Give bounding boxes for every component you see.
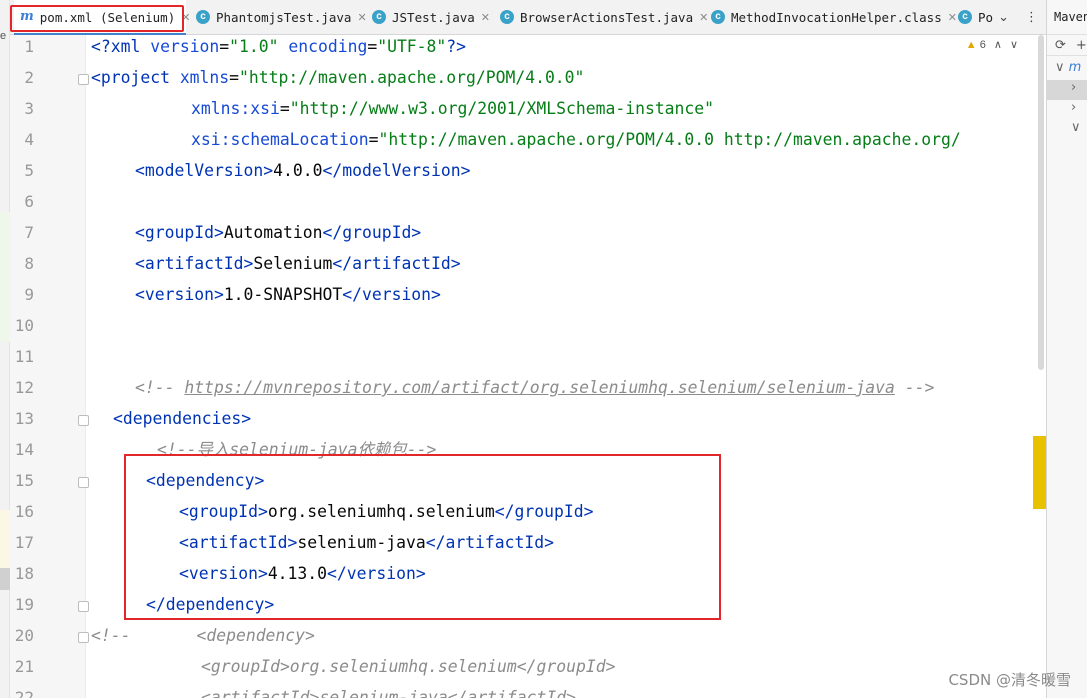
code-line: <!-- <dependency> <box>91 626 315 645</box>
java-class-icon: c <box>372 10 386 24</box>
tab-po[interactable]: c Po <box>958 0 993 34</box>
code-line: xmlns:xsi="http://www.w3.org/2001/XMLSch… <box>191 99 715 118</box>
java-class-icon: c <box>500 10 514 24</box>
line-number: 14 <box>14 440 34 459</box>
chevron-down-icon: ∨ <box>1071 120 1081 135</box>
line-number: 5 <box>24 161 34 180</box>
tab-overflow-controls: ⌄ ⋮ <box>998 0 1046 34</box>
close-icon[interactable]: ✕ <box>948 11 957 24</box>
code-line: <groupId>org.seleniumhq.selenium</groupI… <box>201 657 616 676</box>
left-strip-highlight <box>0 510 10 568</box>
line-number: 16 <box>14 502 34 521</box>
maven-tree-row[interactable]: › <box>1047 100 1087 120</box>
tab-label: Po <box>978 9 994 25</box>
chevron-down-icon: ∨ <box>1055 60 1065 75</box>
code-line: <?xml version="1.0" encoding="UTF-8"?> <box>91 37 467 56</box>
line-number: 7 <box>24 223 34 242</box>
tab-jstest[interactable]: c JSTest.java ✕ <box>372 0 490 34</box>
close-icon[interactable]: ✕ <box>481 11 490 24</box>
line-number: 6 <box>24 192 34 211</box>
left-strip-label: e <box>0 30 7 42</box>
more-vertical-icon[interactable]: ⋮ <box>1025 10 1038 25</box>
line-number: 10 <box>14 316 34 335</box>
vertical-scrollbar[interactable] <box>1038 35 1044 370</box>
java-class-icon: c <box>711 10 725 24</box>
code-line: <!-- https://mvnrepository.com/artifact/… <box>135 378 935 397</box>
line-number: 4 <box>24 130 34 149</box>
reload-icon[interactable]: ⟳ <box>1055 38 1066 53</box>
line-number: 3 <box>24 99 34 118</box>
maven-toolbar: ⟳ + <box>1047 34 1087 56</box>
line-number: 11 <box>14 347 34 366</box>
repository-link[interactable]: https://mvnrepository.com/artifact/org.s… <box>184 378 895 397</box>
tab-label: BrowserActionsTest.java <box>520 9 694 25</box>
tab-label: PhantomjsTest.java <box>216 9 352 25</box>
tab-browser-actions-test[interactable]: c BrowserActionsTest.java ✕ <box>500 0 708 34</box>
tab-label: MethodInvocationHelper.class <box>731 9 942 25</box>
maven-tree-row[interactable]: ∨ <box>1047 120 1087 140</box>
line-number: 21 <box>14 657 34 676</box>
inspection-widget[interactable]: ▲ 6 ∧ ∨ <box>965 38 1018 52</box>
maven-tree-row[interactable]: ∨ m <box>1047 60 1087 75</box>
line-number: 19 <box>14 595 34 614</box>
chevron-right-icon: › <box>1071 100 1077 115</box>
line-number: 15 <box>14 471 34 490</box>
left-tool-strip: e <box>0 0 10 698</box>
line-number: 12 <box>14 378 34 397</box>
fold-column <box>85 35 93 698</box>
code-line: <project xmlns="http://maven.apache.org/… <box>91 68 585 87</box>
previous-highlight-icon[interactable]: ∧ <box>994 38 1002 51</box>
close-icon[interactable]: ✕ <box>357 11 366 24</box>
left-strip-highlight <box>0 212 10 342</box>
chevron-down-icon[interactable]: ⌄ <box>998 10 1009 25</box>
tab-method-invocation-helper[interactable]: c MethodInvocationHelper.class ✕ <box>711 0 957 34</box>
line-number: 13 <box>14 409 34 428</box>
warning-stripe-marker[interactable] <box>1033 436 1046 509</box>
highlight-box-tab <box>10 5 184 32</box>
line-number: 2 <box>24 68 34 87</box>
line-number: 18 <box>14 564 34 583</box>
next-highlight-icon[interactable]: ∨ <box>1010 38 1018 51</box>
code-line: <dependencies> <box>113 409 252 428</box>
code-line: xsi:schemaLocation="http://maven.apache.… <box>191 130 961 149</box>
code-line: <artifactId>Selenium</artifactId> <box>135 254 461 273</box>
chevron-right-icon: › <box>1071 80 1077 95</box>
fold-marker[interactable] <box>78 601 89 612</box>
watermark: CSDN @清冬暖雪 <box>948 671 1071 689</box>
maven-tree-row[interactable]: › <box>1047 80 1087 100</box>
fold-marker[interactable] <box>78 632 89 643</box>
line-number: 1 <box>24 37 34 56</box>
fold-marker[interactable] <box>78 415 89 426</box>
code-line: <version>1.0-SNAPSHOT</version> <box>135 285 441 304</box>
close-icon[interactable]: ✕ <box>699 11 708 24</box>
line-number: 9 <box>24 285 34 304</box>
code-line: <modelVersion>4.0.0</modelVersion> <box>135 161 471 180</box>
maven-tool-window: Maven ⟳ + ∨ m › › ∨ <box>1046 0 1087 698</box>
left-strip-selection <box>0 568 10 590</box>
tab-phantomjs-test[interactable]: c PhantomjsTest.java ✕ <box>196 0 367 34</box>
tab-label: JSTest.java <box>392 9 475 25</box>
java-class-icon: c <box>958 10 972 24</box>
add-icon[interactable]: + <box>1076 38 1087 53</box>
highlight-box-dependency <box>124 454 721 620</box>
java-class-icon: c <box>196 10 210 24</box>
code-editor[interactable]: 1 2 3 4 5 6 7 8 9 10 11 12 13 14 15 16 1… <box>10 35 1046 698</box>
fold-marker[interactable] <box>78 74 89 85</box>
code-line: <artifactId>selenium-java</artifactId> <box>201 688 576 698</box>
maven-panel-title: Maven <box>1054 10 1087 24</box>
line-number: 22 <box>14 688 34 698</box>
code-line: <groupId>Automation</groupId> <box>135 223 422 242</box>
fold-marker[interactable] <box>78 477 89 488</box>
line-number: 20 <box>14 626 34 645</box>
line-number: 17 <box>14 533 34 552</box>
warning-indicator: ▲ 6 <box>965 38 986 51</box>
line-number: 8 <box>24 254 34 273</box>
maven-project-icon: m <box>1068 60 1082 75</box>
warning-icon: ▲ <box>965 38 977 51</box>
